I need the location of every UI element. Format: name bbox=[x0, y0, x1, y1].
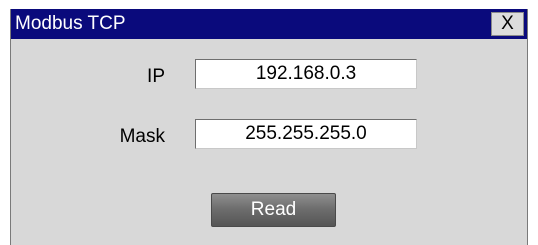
ip-field[interactable]: 192.168.0.3 bbox=[195, 59, 417, 89]
title-bar: Modbus TCP X bbox=[11, 9, 527, 39]
mask-field[interactable]: 255.255.255.0 bbox=[195, 119, 417, 149]
mask-label: Mask bbox=[119, 126, 165, 147]
dialog-title: Modbus TCP bbox=[15, 13, 126, 34]
close-button[interactable]: X bbox=[491, 12, 524, 36]
modbus-tcp-dialog: Modbus TCP X IP 192.168.0.3 Mask 255.255… bbox=[10, 9, 528, 245]
ip-label: IP bbox=[147, 66, 165, 87]
read-button[interactable]: Read bbox=[211, 193, 336, 227]
